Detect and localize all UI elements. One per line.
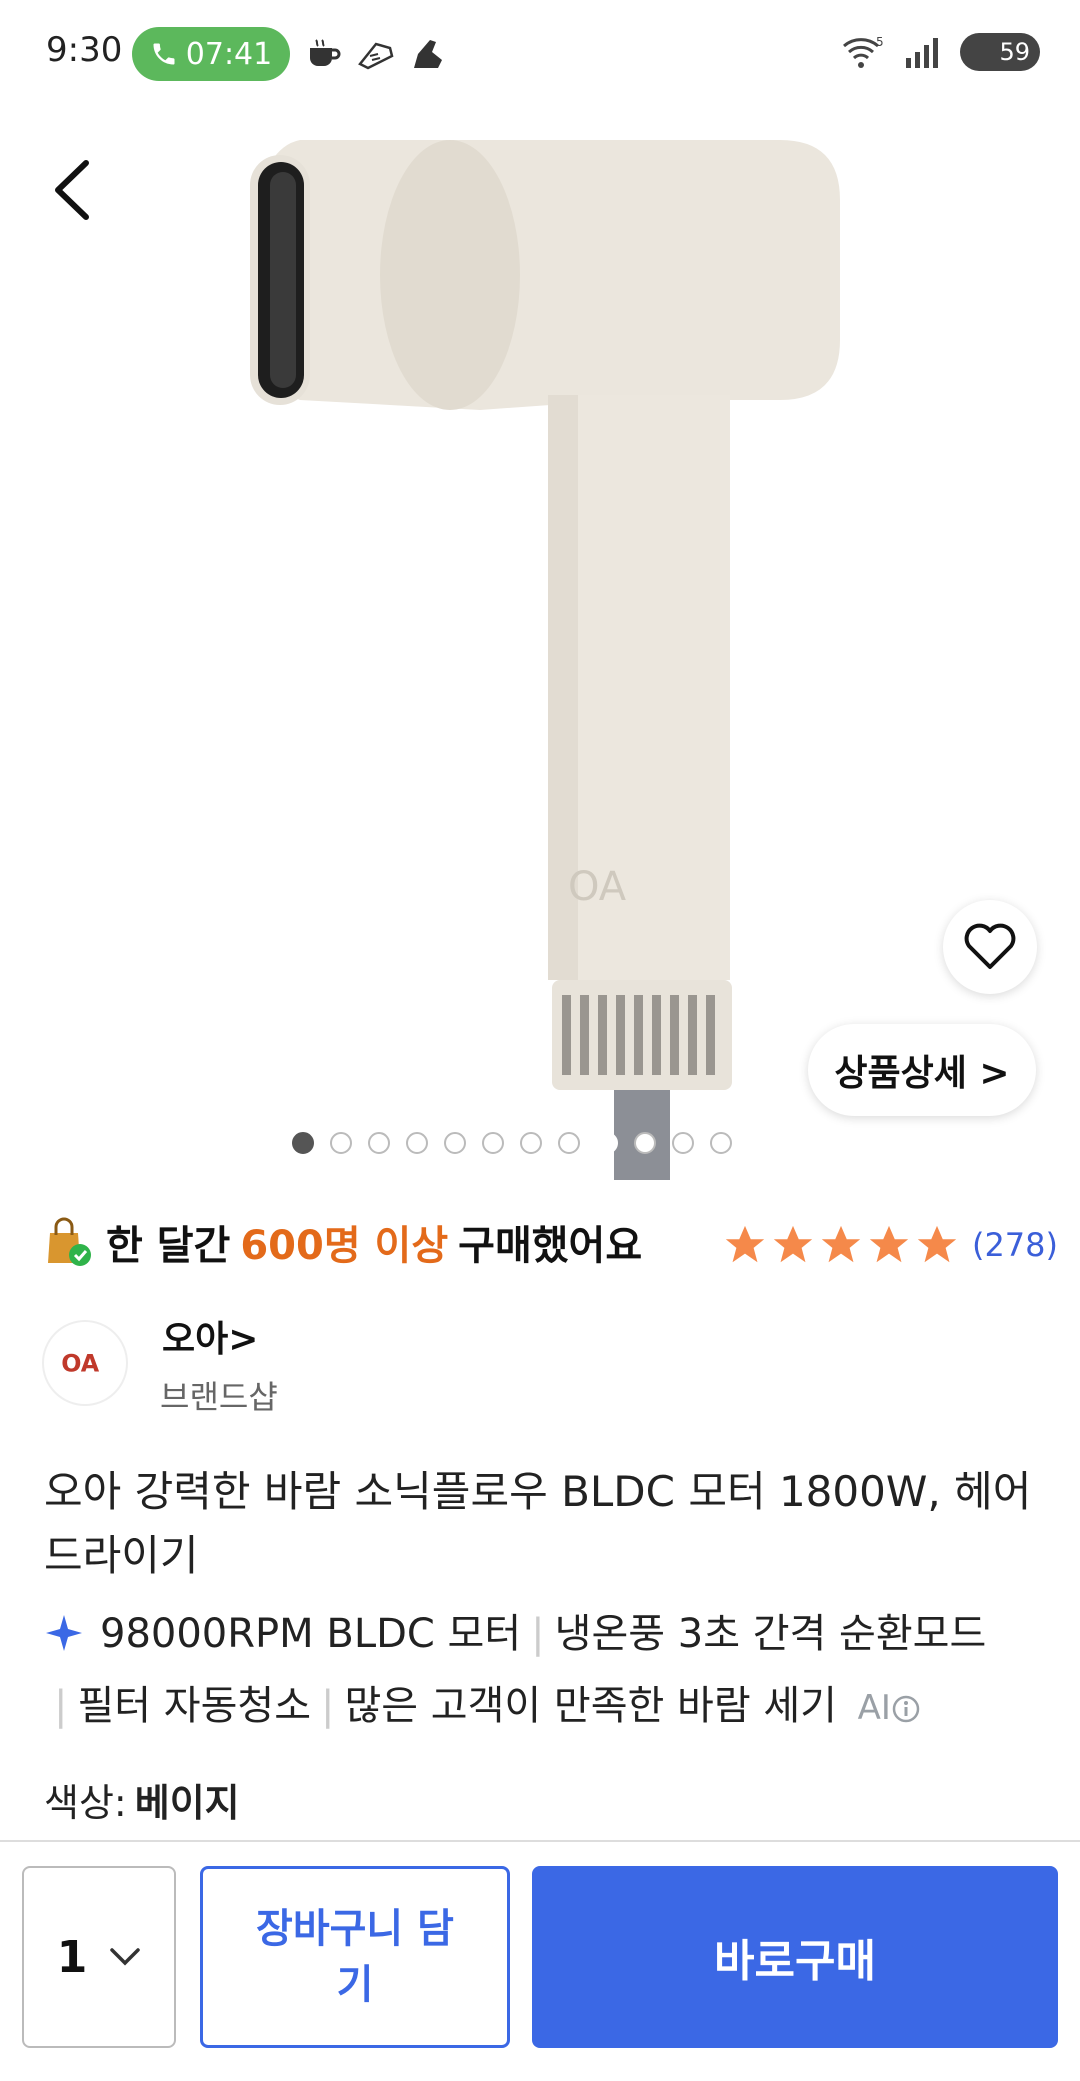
review-count[interactable]: (278) [972,1226,1058,1264]
carousel-dot[interactable] [406,1132,428,1154]
product-detail-button[interactable]: 상품상세 > [808,1024,1036,1116]
carousel-dot[interactable] [292,1132,314,1154]
product-image-carousel[interactable]: OA [0,110,1080,1180]
back-arrow-icon[interactable] [48,155,98,225]
svg-text:5: 5 [876,35,884,49]
buy-now-button[interactable]: 바로구매 [532,1866,1058,2048]
buyers-prefix: 한 달간 [106,1223,231,1269]
product-title: 오아 강력한 바람 소닉플로우 BLDC 모터 1800W, 헤어 드라이기 [44,1467,1032,1580]
feature-item: 필터 자동청소 [77,1683,311,1729]
phone-icon [153,43,175,65]
oa-logo-icon: OA [61,1350,100,1378]
carousel-dot[interactable] [596,1132,618,1154]
carousel-dot[interactable] [634,1132,656,1154]
buyers-suffix: 구매했어요 [458,1223,643,1269]
wishlist-button[interactable] [943,900,1037,994]
add-to-cart-button[interactable]: 장바구니 담기 [200,1866,510,2048]
sparkle-icon [46,1615,82,1651]
quantity-value: 1 [56,1931,88,1983]
status-time: 9:30 [46,30,123,70]
svg-text:OA: OA [61,1350,100,1378]
quantity-selector[interactable]: 1 [22,1866,176,2048]
feature-item: 98000RPM BLDC 모터 [100,1611,522,1657]
carousel-dot[interactable] [368,1132,390,1154]
star-icon [773,1225,813,1263]
star-icon [869,1225,909,1263]
feature-divider: | [531,1611,545,1657]
carousel-dot[interactable] [482,1132,504,1154]
carousel-dot[interactable] [672,1132,694,1154]
brand-name-link[interactable]: 오아> [162,1310,258,1362]
ai-summary-tag[interactable]: AI [858,1688,921,1728]
coffee-icon [310,39,341,66]
carousel-dot[interactable] [710,1132,732,1154]
brand-logo[interactable]: OA [42,1320,128,1406]
shopping-bag-icon [48,1217,91,1266]
monthly-buyers-notice: 한 달간 600명 이상 구매했어요 [44,1213,642,1271]
hair-dryer-image: OA [250,140,840,1180]
carousel-indicator [292,1132,732,1154]
buyers-count: 600명 이상 [240,1223,449,1269]
star-icon [725,1225,765,1263]
product-features: 98000RPM BLDC 모터 | 냉온풍 3초 간격 순환모드 | 필터 자동청소… [44,1598,1054,1744]
signal-icon [906,38,938,68]
info-icon [892,1695,920,1723]
status-bar: 9:30 07:41 5 59 [0,0,1080,110]
feature-divider: | [321,1683,335,1729]
wifi-icon: 5 [843,35,884,68]
call-timer: 07:41 [185,36,273,72]
carousel-dot[interactable] [444,1132,466,1154]
call-timer-pill[interactable]: 07:41 [132,27,290,81]
carousel-dot[interactable] [330,1132,352,1154]
rating[interactable]: (278) [722,1222,1058,1268]
feature-item: 냉온풍 3초 간격 순환모드 [554,1611,987,1657]
feature-item: 많은 고객이 만족한 바람 세기 [344,1683,837,1729]
sneaker-icon [414,40,442,68]
feature-divider: | [54,1683,68,1729]
svg-text:OA: OA [568,864,627,910]
chevron-down-icon [110,1948,141,1966]
carousel-dot[interactable] [520,1132,542,1154]
carousel-dot[interactable] [558,1132,580,1154]
heart-icon [964,923,1016,969]
shoe-icon [358,42,394,70]
color-option[interactable]: 색상: 베이지 [44,1772,240,1827]
star-icon [917,1225,957,1263]
bottom-action-bar: 1 장바구니 담기 바로구매 [0,1840,1080,2081]
color-label: 색상: [44,1781,127,1825]
star-icon [821,1225,861,1263]
color-value: 베이지 [134,1781,240,1825]
brand-shop-label: 브랜드샵 [160,1378,278,1416]
battery-indicator: 59 [960,33,1040,71]
